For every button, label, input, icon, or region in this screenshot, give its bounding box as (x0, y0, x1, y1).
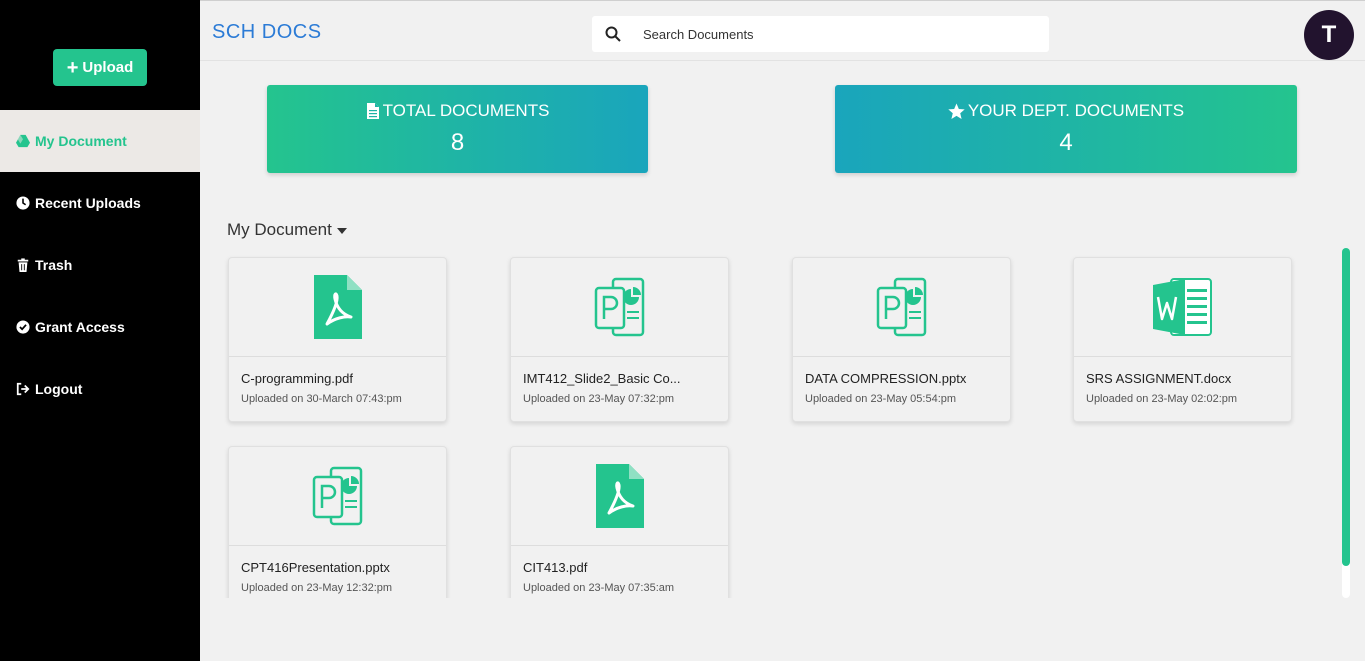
clock-icon (16, 196, 30, 210)
document-name: IMT412_Slide2_Basic Co... (523, 371, 681, 386)
sidebar-item-label: Recent Uploads (35, 195, 141, 211)
my-document-dropdown[interactable]: My Document (227, 220, 347, 240)
search-box (592, 16, 1049, 52)
sidebar-item-logout[interactable]: Logout (0, 358, 200, 420)
document-upload-date: Uploaded on 23-May 07:32:pm (523, 393, 675, 405)
document-card[interactable]: DATA COMPRESSION.pptx Uploaded on 23-May… (792, 257, 1011, 422)
scrollbar[interactable] (1342, 248, 1350, 598)
trash-icon (16, 258, 30, 272)
file-icon (366, 103, 379, 119)
sidebar-item-recent-uploads[interactable]: Recent Uploads (0, 172, 200, 234)
pptx-file-icon (876, 277, 926, 337)
document-upload-date: Uploaded on 23-May 05:54:pm (805, 393, 957, 405)
total-documents-label: TOTAL DOCUMENTS (382, 101, 550, 120)
section-title: My Document (227, 220, 332, 239)
sidebar-item-label: Logout (35, 381, 83, 397)
pdf-file-icon (595, 464, 644, 528)
document-name: CIT413.pdf (523, 560, 588, 575)
top-bar: SCH DOCS T (200, 0, 1365, 61)
document-name: C-programming.pdf (241, 371, 353, 386)
document-name: SRS ASSIGNMENT.docx (1086, 371, 1232, 386)
document-thumbnail (1074, 258, 1291, 357)
docx-file-icon (1152, 278, 1212, 336)
document-card[interactable]: IMT412_Slide2_Basic Co... Uploaded on 23… (510, 257, 729, 422)
pdf-file-icon (313, 275, 362, 339)
document-grid: C-programming.pdf Uploaded on 30-March 0… (200, 248, 1350, 598)
document-thumbnail (229, 258, 446, 357)
document-upload-date: Uploaded on 23-May 07:35:am (523, 582, 675, 594)
pptx-file-icon (594, 277, 644, 337)
document-thumbnail (511, 447, 728, 546)
plus-icon: + (66, 56, 79, 79)
check-circle-icon (16, 320, 30, 334)
upload-button[interactable]: + Upload (53, 49, 147, 86)
document-thumbnail (793, 258, 1010, 357)
total-documents-card: TOTAL DOCUMENTS 8 (267, 85, 648, 173)
document-upload-date: Uploaded on 23-May 12:32:pm (241, 582, 393, 594)
star-icon (948, 103, 965, 119)
upload-label: Upload (82, 59, 134, 76)
sidebar: + Upload My Document Recent Uploads Tras… (0, 0, 200, 661)
sidebar-item-label: Trash (35, 257, 73, 273)
brand-title: SCH DOCS (212, 21, 322, 43)
sidebar-item-label: Grant Access (35, 319, 125, 335)
scrollbar-thumb[interactable] (1342, 248, 1350, 566)
document-name: DATA COMPRESSION.pptx (805, 371, 967, 386)
dept-documents-card: YOUR DEPT. DOCUMENTS 4 (835, 85, 1297, 173)
avatar[interactable]: T (1304, 10, 1354, 60)
document-card[interactable]: SRS ASSIGNMENT.docx Uploaded on 23-May 0… (1073, 257, 1292, 422)
search-input[interactable] (643, 26, 1023, 42)
document-upload-date: Uploaded on 30-March 07:43:pm (241, 393, 402, 405)
sidebar-item-trash[interactable]: Trash (0, 234, 200, 296)
sign-out-icon (16, 382, 30, 396)
document-thumbnail (511, 258, 728, 357)
sidebar-item-my-document[interactable]: My Document (0, 110, 200, 172)
dept-documents-label: YOUR DEPT. DOCUMENTS (967, 101, 1185, 120)
document-card[interactable]: C-programming.pdf Uploaded on 30-March 0… (228, 257, 447, 422)
sidebar-item-label: My Document (35, 133, 127, 149)
dept-documents-value: 4 (1059, 129, 1073, 156)
sidebar-item-grant-access[interactable]: Grant Access (0, 296, 200, 358)
document-card[interactable]: CIT413.pdf Uploaded on 23-May 07:35:am (510, 446, 729, 598)
document-card[interactable]: CPT416Presentation.pptx Uploaded on 23-M… (228, 446, 447, 598)
document-name: CPT416Presentation.pptx (241, 560, 390, 575)
total-documents-value: 8 (450, 129, 465, 156)
caret-down-icon (336, 228, 347, 234)
pptx-file-icon (312, 466, 362, 526)
search-icon[interactable] (605, 26, 621, 42)
document-upload-date: Uploaded on 23-May 02:02:pm (1086, 393, 1238, 405)
document-thumbnail (229, 447, 446, 546)
drive-icon (16, 134, 30, 148)
